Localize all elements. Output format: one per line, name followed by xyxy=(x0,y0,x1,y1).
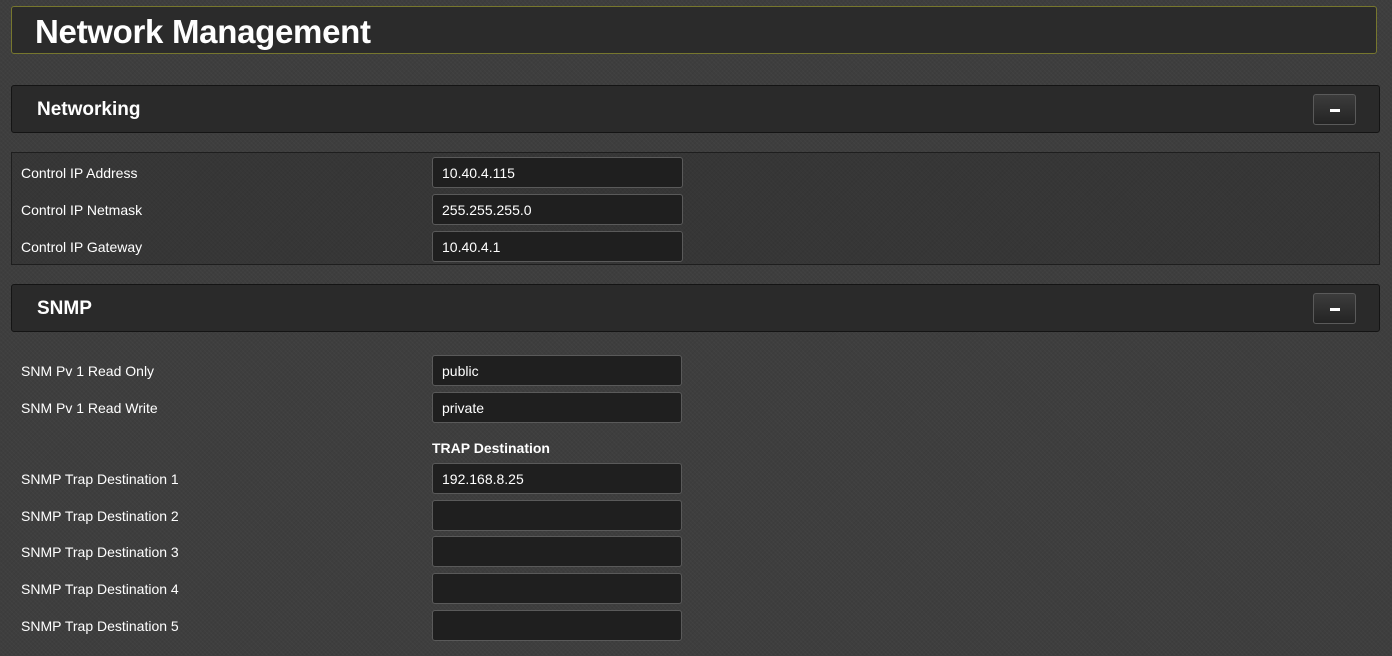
networking-section-header: Networking xyxy=(11,85,1380,133)
networking-collapse-button[interactable] xyxy=(1313,94,1356,125)
minus-icon xyxy=(1330,109,1340,112)
snmp-trap-destination-5-input[interactable] xyxy=(432,610,682,641)
control-ip-gateway-label: Control IP Gateway xyxy=(21,239,143,255)
snmp-read-write-label: SNM Pv 1 Read Write xyxy=(21,400,158,416)
control-ip-netmask-input[interactable] xyxy=(432,194,683,225)
snmp-trap-destination-2-input[interactable] xyxy=(432,500,682,531)
networking-section-body xyxy=(11,152,1380,265)
snmp-trap-destination-1-label: SNMP Trap Destination 1 xyxy=(21,471,179,487)
snmp-read-only-label: SNM Pv 1 Read Only xyxy=(21,363,155,379)
control-ip-address-label: Control IP Address xyxy=(21,165,138,181)
snmp-trap-destination-1-input[interactable] xyxy=(432,463,682,494)
snmp-trap-destination-3-label: SNMP Trap Destination 3 xyxy=(21,544,179,560)
networking-section-title: Networking xyxy=(37,99,141,120)
snmp-section-header: SNMP xyxy=(11,284,1380,332)
snmp-trap-destination-5-label: SNMP Trap Destination 5 xyxy=(21,618,179,634)
page-title: Network Management xyxy=(35,13,371,50)
snmp-trap-destination-2-label: SNMP Trap Destination 2 xyxy=(21,508,179,524)
snmp-trap-destination-4-label: SNMP Trap Destination 4 xyxy=(21,581,179,597)
snmp-trap-destination-4-input[interactable] xyxy=(432,573,682,604)
title-bar: Network Management xyxy=(11,6,1377,54)
snmp-trap-destination-3-input[interactable] xyxy=(432,536,682,567)
snmp-section-title: SNMP xyxy=(37,298,92,319)
snmp-collapse-button[interactable] xyxy=(1313,293,1356,324)
control-ip-address-input[interactable] xyxy=(432,157,683,188)
trap-destination-header: TRAP Destination xyxy=(432,440,550,456)
snmp-read-only-input[interactable] xyxy=(432,355,682,386)
minus-icon xyxy=(1330,308,1340,311)
control-ip-gateway-input[interactable] xyxy=(432,231,683,262)
snmp-read-write-input[interactable] xyxy=(432,392,682,423)
control-ip-netmask-label: Control IP Netmask xyxy=(21,202,143,218)
